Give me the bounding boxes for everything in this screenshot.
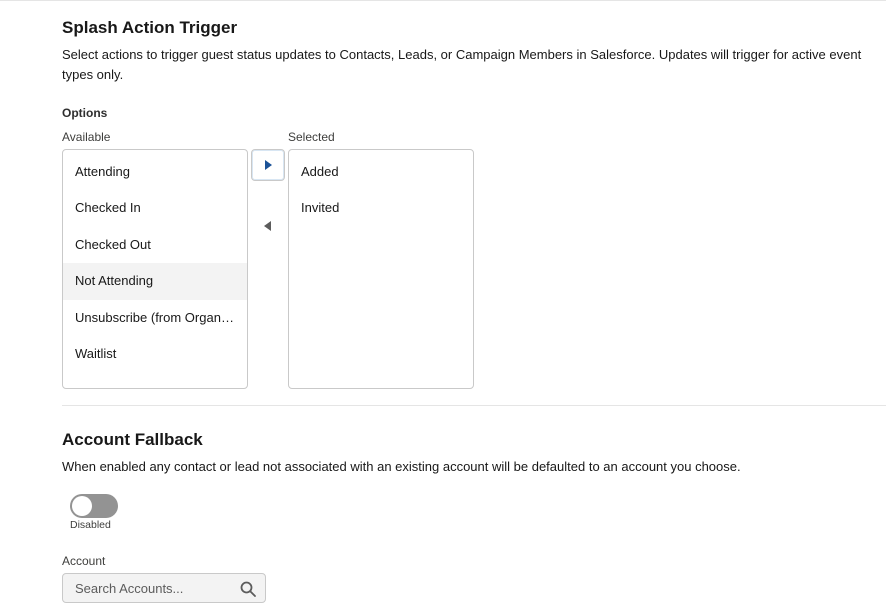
move-to-available-button[interactable] [251,210,285,242]
account-search-input[interactable] [63,574,245,602]
selected-option[interactable]: Invited [289,190,473,226]
top-divider [0,0,886,1]
available-listbox[interactable]: Attending Checked In Checked Out Not Attend… [62,149,248,389]
available-label: Available [62,130,111,144]
selected-option[interactable]: Added [289,154,473,190]
selected-listbox[interactable]: Added Invited [288,149,474,389]
account-label: Account [62,554,106,568]
account-fallback-toggle[interactable] [70,494,118,518]
available-option[interactable]: Not Attending [63,263,247,300]
triangle-right-icon [265,160,272,170]
available-option[interactable]: Checked Out [63,227,247,263]
available-option[interactable]: Checked In [63,190,247,226]
search-icon[interactable] [240,581,256,597]
available-option[interactable]: Attending [63,154,247,190]
account-search-box[interactable] [62,573,266,603]
toggle-state-label: Disabled [70,519,111,531]
available-list: Attending Checked In Checked Out Not Attend… [63,150,247,372]
account-fallback-description: When enabled any contact or lead not ass… [62,459,741,474]
toggle-knob [72,496,92,516]
section-divider [62,405,886,406]
available-option[interactable]: Waitlist [63,336,247,372]
options-label: Options [62,106,108,120]
available-option[interactable]: Unsubscribe (from Organization) [63,300,247,336]
selected-label: Selected [288,130,335,144]
triangle-left-icon [264,221,271,231]
account-fallback-title: Account Fallback [62,430,203,449]
splash-trigger-description: Select actions to trigger guest status u… [62,47,862,82]
move-to-selected-button[interactable] [251,149,285,181]
splash-trigger-title: Splash Action Trigger [62,18,238,37]
selected-list: Added Invited [289,150,473,227]
settings-page: Splash Action Trigger Select actions to … [0,0,886,609]
